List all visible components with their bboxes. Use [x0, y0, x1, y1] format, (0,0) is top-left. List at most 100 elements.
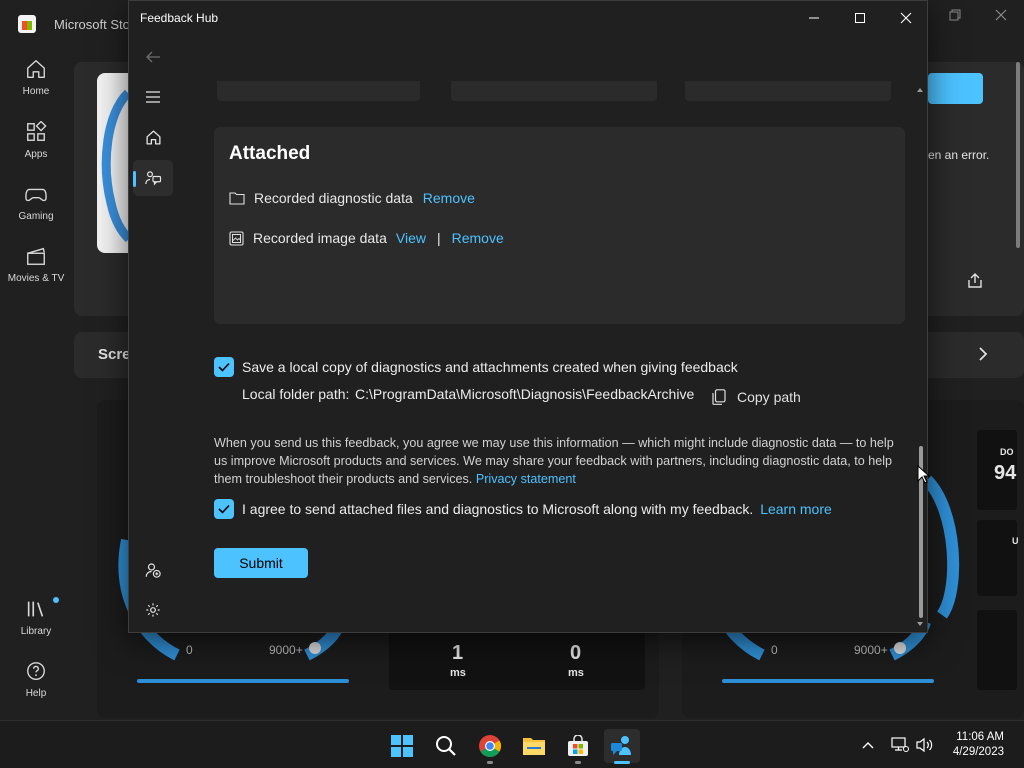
- remove-diagnostic-link[interactable]: Remove: [423, 190, 475, 206]
- start-button[interactable]: [384, 729, 420, 763]
- share-icon[interactable]: [966, 272, 984, 295]
- store-nav-home-label: Home: [22, 86, 50, 97]
- checkmark-icon: [218, 362, 230, 372]
- network-icon: [891, 737, 909, 752]
- taskbar-feedback-hub-button[interactable]: [604, 729, 640, 763]
- taskbar-chrome-button[interactable]: [472, 729, 508, 763]
- image-icon: [229, 230, 244, 246]
- maximize-button[interactable]: [837, 5, 883, 31]
- copy-path-label: Copy path: [737, 389, 801, 405]
- content-strip-1: [217, 81, 420, 101]
- search-icon: [436, 736, 456, 756]
- active-nav-indicator: [133, 171, 136, 187]
- privacy-statement-link[interactable]: Privacy statement: [476, 472, 576, 486]
- help-icon: [27, 662, 45, 680]
- store-nav-movies-label: Movies & TV: [7, 273, 65, 284]
- nav-feedback-button[interactable]: [133, 160, 173, 196]
- content-strip-2: [451, 81, 657, 101]
- network-button[interactable]: [890, 735, 910, 755]
- file-explorer-icon: [523, 738, 545, 755]
- clock-time: 11:06 AM: [956, 731, 1004, 743]
- menu-button[interactable]: [133, 79, 173, 115]
- home-icon: [145, 129, 161, 145]
- folder-path-label: Local folder path:: [242, 386, 350, 402]
- store-nav-gaming-label: Gaming: [18, 211, 54, 222]
- movies-icon: [27, 247, 45, 265]
- speaker-icon: [916, 737, 933, 753]
- chrome-running-indicator: [487, 761, 493, 764]
- store-nav-home[interactable]: Home: [0, 58, 72, 114]
- taskbar-clock[interactable]: 11:06 AM 4/29/2023: [953, 730, 1004, 760]
- gauge-left-min: 0: [186, 643, 193, 657]
- upload-label: U: [1012, 536, 1019, 546]
- feedback-hub-window: Feedback Hub Attached Recorded diagnosti…: [128, 0, 928, 633]
- home-icon: [27, 60, 45, 78]
- minimize-button[interactable]: [791, 5, 837, 31]
- attachment-label-image: Recorded image data: [253, 230, 387, 246]
- attached-card: [214, 127, 905, 324]
- volume-button[interactable]: [915, 735, 935, 755]
- store-nav-library[interactable]: Library: [0, 598, 72, 654]
- store-section-title: Scre: [98, 346, 131, 363]
- attachment-label-diagnostic: Recorded diagnostic data: [254, 190, 413, 206]
- submit-button[interactable]: Submit: [214, 548, 308, 578]
- attachment-row-image: Recorded image data View | Remove: [229, 228, 504, 248]
- start-icon: [391, 735, 413, 757]
- view-image-link[interactable]: View: [396, 230, 426, 246]
- agree-label-row: I agree to send attached files and diagn…: [242, 501, 832, 517]
- nav-home-button[interactable]: [133, 119, 173, 155]
- copy-path-button[interactable]: Copy path: [712, 389, 801, 405]
- taskbar-store-button[interactable]: [560, 729, 596, 763]
- feedback-hub-icon: [611, 736, 631, 755]
- attachment-row-diagnostic: Recorded diagnostic data Remove: [229, 188, 475, 208]
- close-button[interactable]: [883, 5, 927, 31]
- back-button[interactable]: [133, 39, 173, 75]
- store-scrollbar[interactable]: [1016, 62, 1020, 248]
- store-error-text: en an error.: [928, 148, 990, 162]
- store-action-button[interactable]: [928, 73, 983, 104]
- gaming-icon: [25, 188, 47, 202]
- store-nav-help[interactable]: Help: [0, 660, 72, 716]
- show-hidden-icons-button[interactable]: [858, 735, 878, 755]
- account-button[interactable]: [133, 552, 173, 588]
- store-close-icon[interactable]: [986, 8, 1016, 28]
- download-label: DO: [1000, 447, 1014, 457]
- settings-button[interactable]: [133, 592, 173, 628]
- gear-icon: [146, 603, 160, 617]
- store-restore-icon[interactable]: [940, 8, 970, 28]
- folder-icon: [229, 192, 245, 205]
- taskbar-file-explorer-button[interactable]: [516, 729, 552, 763]
- scroll-up-arrow-icon: [917, 88, 923, 92]
- taskbar-search-button[interactable]: [428, 729, 464, 763]
- attached-heading: Attached: [229, 143, 311, 164]
- save-copy-label: Save a local copy of diagnostics and att…: [242, 359, 738, 375]
- feedback-icon: [145, 171, 162, 186]
- store-nav-movies[interactable]: Movies & TV: [0, 245, 72, 301]
- feedback-hub-active-indicator: [614, 761, 630, 764]
- store-nav-library-label: Library: [20, 626, 52, 637]
- gauge-right-max: 9000+: [854, 643, 888, 657]
- checkmark-icon: [218, 504, 230, 514]
- scroll-down-arrow-icon: [917, 622, 923, 626]
- remove-image-link[interactable]: Remove: [452, 230, 504, 246]
- window-title: Feedback Hub: [140, 11, 219, 25]
- hamburger-icon: [146, 91, 160, 103]
- link-separator: |: [436, 230, 441, 246]
- save-copy-checkbox[interactable]: [214, 357, 234, 377]
- agree-checkbox[interactable]: [214, 499, 234, 519]
- mouse-cursor-icon: [917, 464, 931, 489]
- microsoft-store-icon: [568, 735, 588, 756]
- learn-more-link[interactable]: Learn more: [760, 501, 832, 517]
- legal-text-block: When you send us this feedback, you agre…: [214, 434, 904, 488]
- chrome-icon: [479, 735, 501, 757]
- store-nav-help-label: Help: [25, 688, 47, 699]
- store-nav-apps[interactable]: Apps: [0, 121, 72, 177]
- store-nav-gaming[interactable]: Gaming: [0, 183, 72, 239]
- taskbar: 11:06 AM 4/29/2023: [0, 720, 1024, 768]
- ping-value: 1: [452, 642, 464, 664]
- library-badge-dot: [53, 597, 59, 603]
- store-app-thumbnail: [97, 73, 133, 253]
- folder-path-value: C:\ProgramData\Microsoft\Diagnosis\Feedb…: [355, 386, 695, 402]
- chevron-right-icon[interactable]: [976, 346, 990, 367]
- content-strip-3: [685, 81, 891, 101]
